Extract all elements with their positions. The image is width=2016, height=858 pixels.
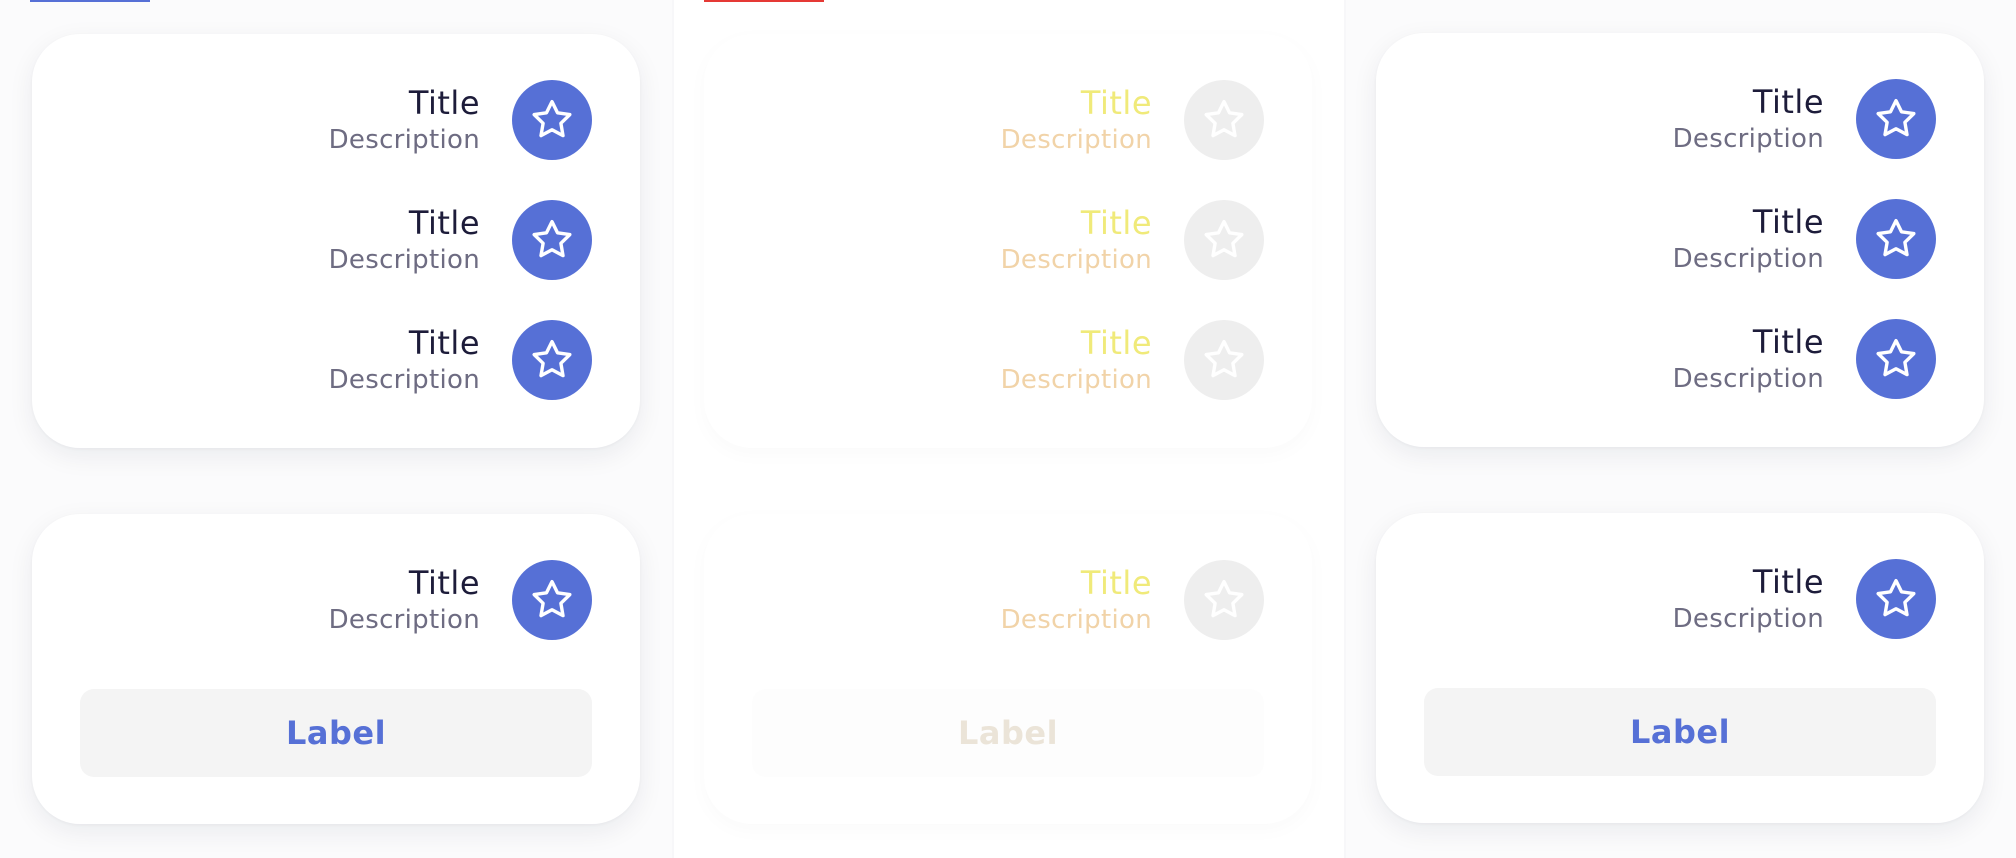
item-description: Description <box>1672 364 1824 394</box>
item-description: Description <box>1672 604 1824 634</box>
list-item[interactable]: Title Description <box>1673 319 1936 399</box>
star-icon <box>1876 578 1916 617</box>
star-icon-button[interactable] <box>1184 200 1264 280</box>
star-icon <box>532 579 572 618</box>
item-description: Description <box>328 245 480 275</box>
star-icon-button[interactable] <box>512 320 592 400</box>
item-title: Title <box>1080 204 1152 242</box>
list-item[interactable]: Title Description <box>329 320 592 400</box>
item-title: Title <box>408 84 480 122</box>
item-title: Title <box>1080 564 1152 602</box>
action-card: Title Description Label <box>32 514 640 824</box>
list-item[interactable]: Title Description <box>1673 79 1936 159</box>
list-card: Title Description Title Description Titl… <box>1376 33 1984 447</box>
star-icon <box>1204 219 1244 258</box>
star-icon-button[interactable] <box>1184 320 1264 400</box>
item-title: Title <box>1752 83 1824 121</box>
list-item[interactable]: Title Description <box>329 560 592 640</box>
list-item[interactable]: Title Description <box>1001 200 1264 280</box>
list-item[interactable]: Title Description <box>1673 199 1936 279</box>
item-title: Title <box>1080 84 1152 122</box>
star-icon <box>1204 99 1244 138</box>
panel-middle: Title Description Title Description Titl… <box>674 0 1344 858</box>
item-title: Title <box>1752 203 1824 241</box>
star-icon <box>1876 98 1916 137</box>
star-icon-button[interactable] <box>1184 560 1264 640</box>
item-description: Description <box>328 605 480 635</box>
item-description: Description <box>328 125 480 155</box>
item-description: Description <box>1000 125 1152 155</box>
list-item[interactable]: Title Description <box>1001 80 1264 160</box>
star-icon-button[interactable] <box>512 200 592 280</box>
action-card: Title Description Label <box>704 514 1312 824</box>
star-icon-button[interactable] <box>1856 199 1936 279</box>
list-item[interactable]: Title Description <box>1673 559 1936 639</box>
list-card: Title Description Title Description Titl… <box>704 34 1312 448</box>
item-description: Description <box>1672 124 1824 154</box>
star-icon-button[interactable] <box>1856 79 1936 159</box>
panel-right: Title Description Title Description Titl… <box>1346 0 2016 858</box>
top-accent-rule <box>704 0 824 2</box>
item-description: Description <box>328 365 480 395</box>
list-item[interactable]: Title Description <box>1001 320 1264 400</box>
item-description: Description <box>1000 365 1152 395</box>
item-title: Title <box>1752 563 1824 601</box>
item-title: Title <box>1080 324 1152 362</box>
item-description: Description <box>1000 605 1152 635</box>
item-description: Description <box>1000 245 1152 275</box>
star-icon <box>1876 338 1916 377</box>
star-icon <box>1204 339 1244 378</box>
item-title: Title <box>408 564 480 602</box>
star-icon <box>532 99 572 138</box>
list-item[interactable]: Title Description <box>1001 560 1264 640</box>
list-item[interactable]: Title Description <box>329 200 592 280</box>
star-icon <box>1204 579 1244 618</box>
star-icon <box>532 219 572 258</box>
item-title: Title <box>408 204 480 242</box>
list-item[interactable]: Title Description <box>329 80 592 160</box>
action-card: Title Description Label <box>1376 513 1984 823</box>
label-button[interactable]: Label <box>752 689 1264 777</box>
item-description: Description <box>1672 244 1824 274</box>
star-icon-button[interactable] <box>512 80 592 160</box>
star-icon <box>532 339 572 378</box>
item-title: Title <box>408 324 480 362</box>
label-button[interactable]: Label <box>1424 688 1936 776</box>
top-accent-rule <box>30 0 150 2</box>
star-icon-button[interactable] <box>1856 319 1936 399</box>
panel-left: Title Description Title Description Titl… <box>0 0 672 858</box>
star-icon-button[interactable] <box>1856 559 1936 639</box>
item-title: Title <box>1752 323 1824 361</box>
label-button[interactable]: Label <box>80 689 592 777</box>
star-icon-button[interactable] <box>1184 80 1264 160</box>
star-icon-button[interactable] <box>512 560 592 640</box>
star-icon <box>1876 218 1916 257</box>
list-card: Title Description Title Description Titl… <box>32 34 640 448</box>
